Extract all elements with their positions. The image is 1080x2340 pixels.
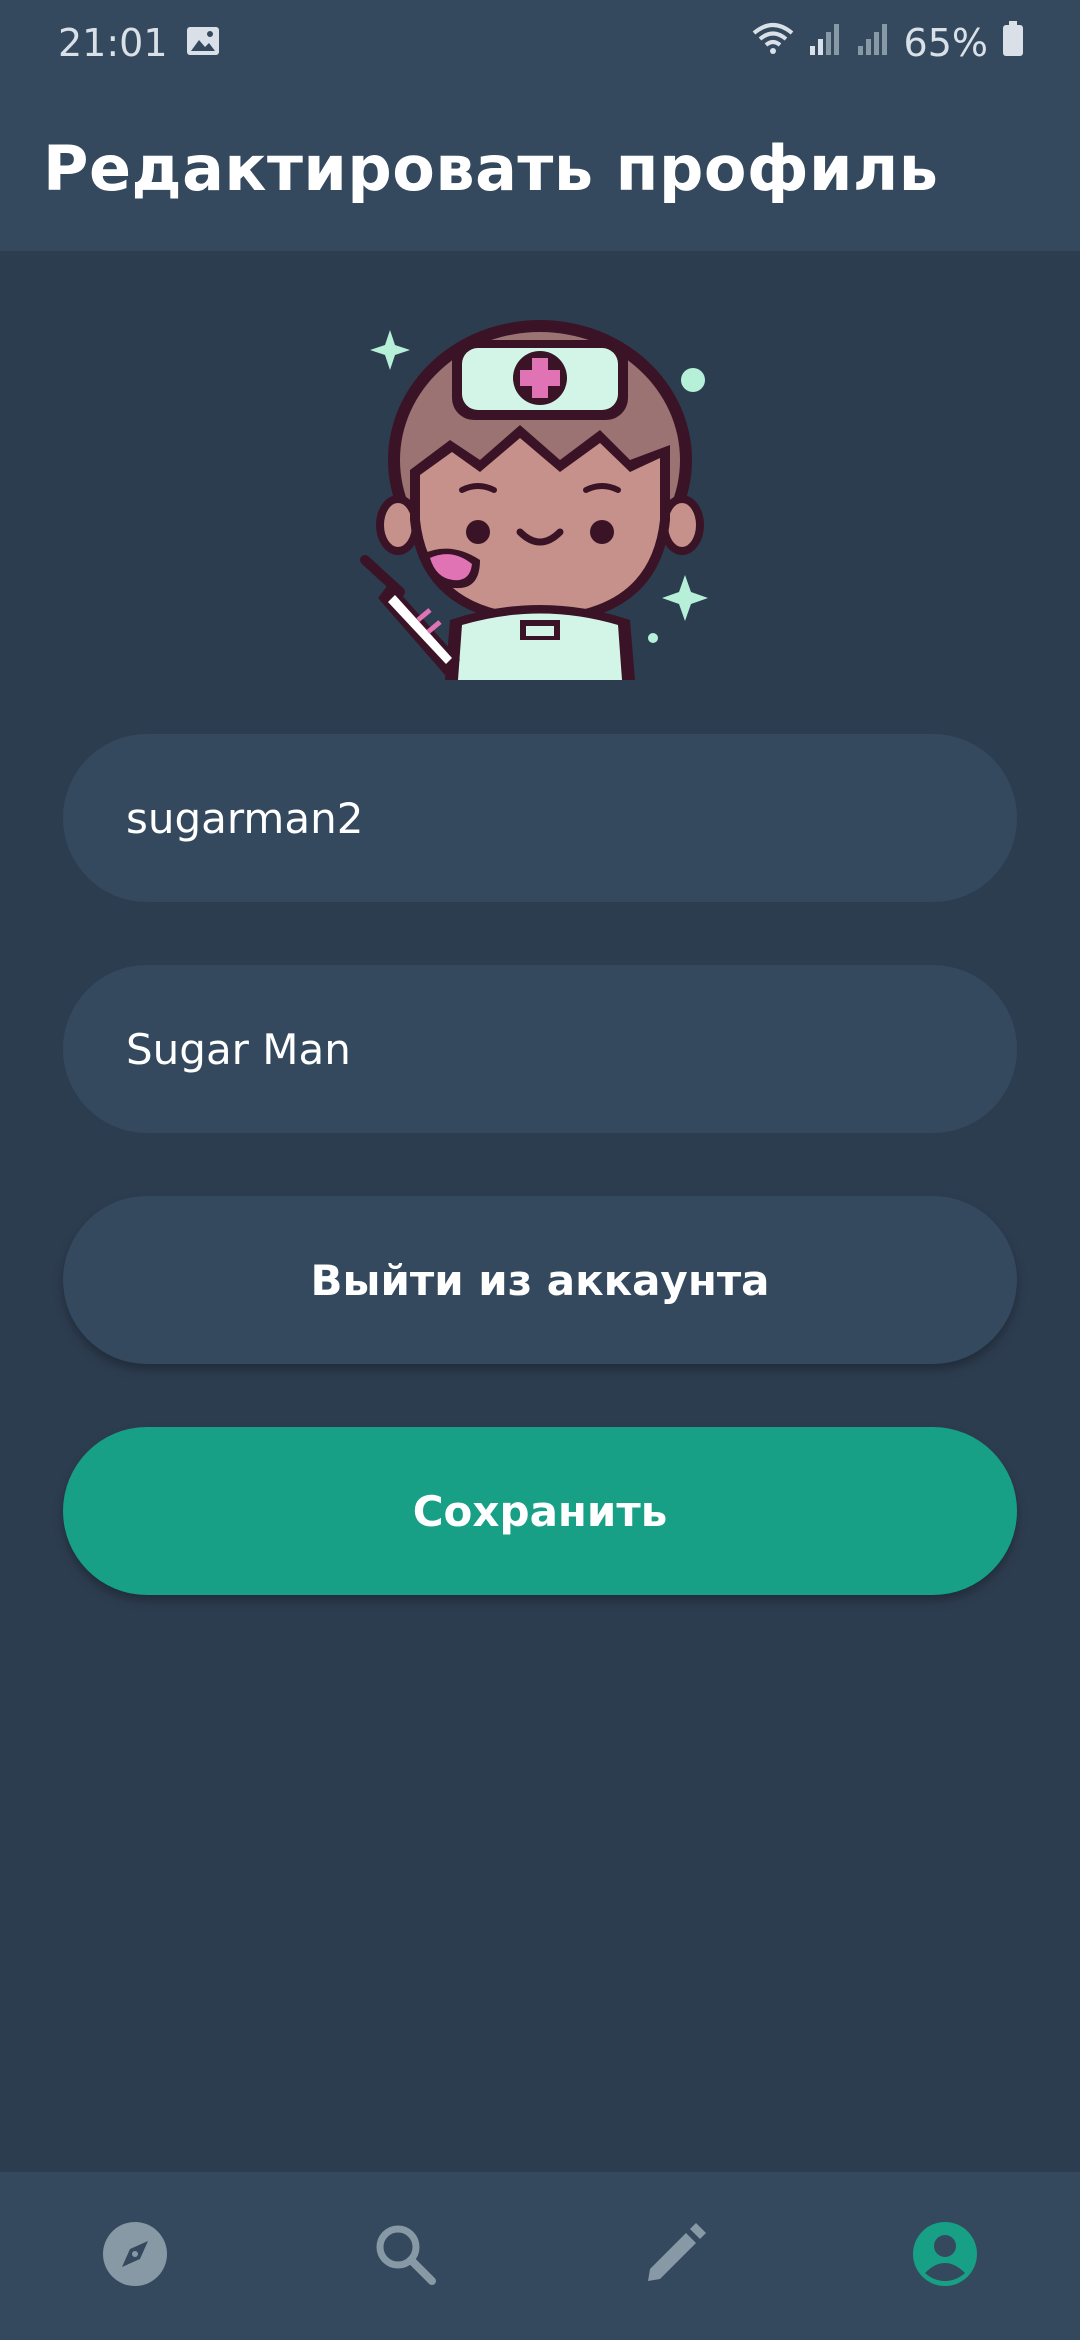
save-button[interactable]: Сохранить bbox=[63, 1427, 1017, 1595]
save-button-label: Сохранить bbox=[412, 1486, 668, 1536]
compass-icon bbox=[102, 2221, 168, 2291]
nav-edit[interactable] bbox=[615, 2196, 735, 2316]
gallery-icon bbox=[186, 21, 220, 65]
battery-percent: 65% bbox=[903, 21, 988, 65]
status-time: 21:01 bbox=[58, 21, 168, 65]
app-bar: Редактировать профиль bbox=[0, 86, 1080, 251]
edit-profile-screen: 21:01 65% Редактировать профиль sugarman… bbox=[0, 0, 1080, 2340]
nav-profile[interactable] bbox=[885, 2196, 1005, 2316]
nav-search[interactable] bbox=[345, 2196, 465, 2316]
status-left: 21:01 bbox=[58, 21, 220, 65]
display-name-input[interactable] bbox=[63, 965, 1017, 1133]
logout-button-label: Выйти из аккаунта bbox=[310, 1255, 770, 1305]
signal-icon bbox=[808, 21, 842, 65]
account-icon bbox=[912, 2221, 978, 2291]
nurse-avatar bbox=[360, 320, 720, 680]
status-right: 65% bbox=[752, 20, 1024, 66]
signal-icon bbox=[856, 21, 890, 65]
bottom-navigation bbox=[0, 2172, 1080, 2340]
page-title: Редактировать профиль bbox=[43, 132, 939, 205]
logout-button[interactable]: Выйти из аккаунта bbox=[63, 1196, 1017, 1364]
search-icon bbox=[372, 2221, 438, 2291]
battery-icon bbox=[1002, 20, 1024, 66]
username-input[interactable] bbox=[63, 734, 1017, 902]
status-bar: 21:01 65% bbox=[0, 0, 1080, 86]
wifi-icon bbox=[752, 21, 794, 65]
pencil-icon bbox=[642, 2221, 708, 2291]
nav-explore[interactable] bbox=[75, 2196, 195, 2316]
